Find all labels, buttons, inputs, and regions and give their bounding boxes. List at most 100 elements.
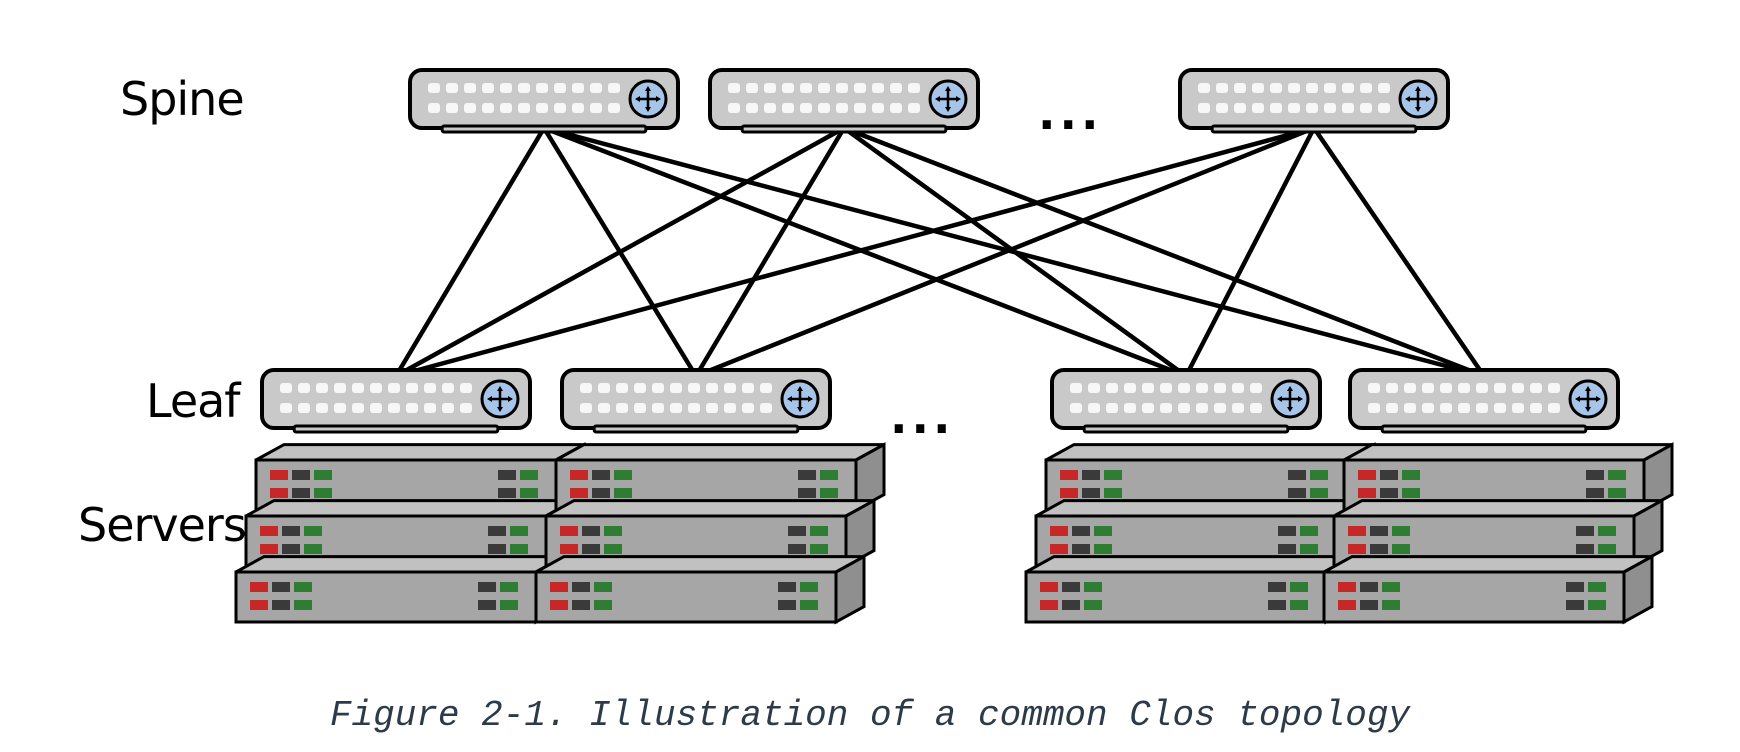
port-light xyxy=(482,83,494,93)
led xyxy=(250,582,268,592)
led xyxy=(1566,582,1584,592)
led xyxy=(1310,470,1328,480)
port-light xyxy=(572,83,584,93)
led xyxy=(594,600,612,610)
port-light xyxy=(554,83,566,93)
port-light xyxy=(1368,403,1380,413)
port-light xyxy=(1070,383,1082,393)
port-light xyxy=(1232,383,1244,393)
led xyxy=(1382,600,1400,610)
port-light xyxy=(1214,403,1226,413)
port-light xyxy=(1106,403,1118,413)
led xyxy=(488,544,506,554)
port-light xyxy=(1548,403,1560,413)
server-top xyxy=(256,445,584,460)
port-light xyxy=(1142,383,1154,393)
led xyxy=(294,582,312,592)
port-light xyxy=(908,103,920,113)
port-light xyxy=(334,403,346,413)
port-light xyxy=(854,103,866,113)
leaf-row-label: Leaf xyxy=(146,374,240,428)
port-light xyxy=(518,83,530,93)
leaf-switch-4 xyxy=(1350,370,1618,432)
led xyxy=(1082,470,1100,480)
port-light xyxy=(908,83,920,93)
led xyxy=(1290,582,1308,592)
port-light xyxy=(652,383,664,393)
server-stack-1 xyxy=(236,445,584,622)
led xyxy=(810,544,828,554)
led xyxy=(1392,544,1410,554)
led xyxy=(1370,526,1388,536)
led xyxy=(272,600,290,610)
led xyxy=(1094,544,1112,554)
led xyxy=(294,600,312,610)
server-front xyxy=(536,572,836,622)
port-light xyxy=(442,383,454,393)
port-light xyxy=(724,403,736,413)
port-light xyxy=(536,103,548,113)
server-front xyxy=(1324,572,1624,622)
led xyxy=(1382,582,1400,592)
port-light xyxy=(688,383,700,393)
port-light xyxy=(1178,403,1190,413)
port-light xyxy=(316,403,328,413)
led xyxy=(1576,544,1594,554)
port-light xyxy=(1368,383,1380,393)
led xyxy=(1598,544,1616,554)
link xyxy=(844,128,1186,376)
led xyxy=(1268,582,1286,592)
link xyxy=(544,128,1186,376)
led xyxy=(800,600,818,610)
led xyxy=(550,600,568,610)
port-light xyxy=(1106,383,1118,393)
port-light xyxy=(616,403,628,413)
spine-leaf-links xyxy=(396,128,1484,376)
port-light xyxy=(760,383,772,393)
port-light xyxy=(706,403,718,413)
port-light xyxy=(1124,403,1136,413)
spine-switch-1 xyxy=(410,70,678,132)
led xyxy=(1380,470,1398,480)
port-light xyxy=(742,383,754,393)
server-top xyxy=(246,501,574,516)
port-light xyxy=(598,403,610,413)
port-light xyxy=(1386,383,1398,393)
port-light xyxy=(1160,383,1172,393)
led xyxy=(1566,600,1584,610)
server-top xyxy=(1046,445,1374,460)
spine-row-label: Spine xyxy=(120,72,244,126)
port-light xyxy=(554,103,566,113)
port-light xyxy=(460,383,472,393)
port-light xyxy=(406,383,418,393)
port-light xyxy=(1288,103,1300,113)
port-light xyxy=(800,83,812,93)
led xyxy=(1040,600,1058,610)
port-light xyxy=(1270,83,1282,93)
port-light xyxy=(1440,383,1452,393)
led xyxy=(488,526,506,536)
led xyxy=(314,488,332,498)
port-light xyxy=(616,383,628,393)
led xyxy=(1060,470,1078,480)
port-light xyxy=(854,83,866,93)
port-light xyxy=(1342,103,1354,113)
led xyxy=(250,600,268,610)
led xyxy=(1358,470,1376,480)
port-light xyxy=(1234,103,1246,113)
port-light xyxy=(500,83,512,93)
port-light xyxy=(670,383,682,393)
port-light xyxy=(1142,403,1154,413)
port-light xyxy=(370,383,382,393)
led xyxy=(1598,526,1616,536)
led xyxy=(582,544,600,554)
port-light xyxy=(1548,383,1560,393)
port-light xyxy=(1360,103,1372,113)
led xyxy=(1278,526,1296,536)
led xyxy=(788,544,806,554)
led xyxy=(1586,488,1604,498)
port-light xyxy=(890,103,902,113)
led xyxy=(292,470,310,480)
servers-row-label: Servers xyxy=(78,498,246,552)
port-light xyxy=(890,83,902,93)
